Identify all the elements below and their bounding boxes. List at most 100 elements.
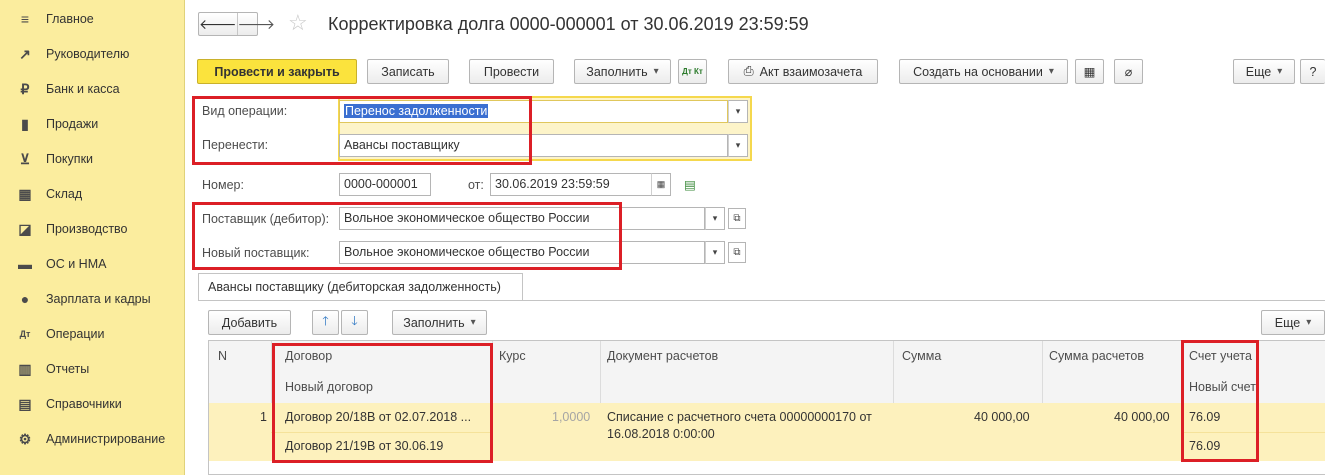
column-header-contract[interactable]: Договор [285, 349, 332, 363]
sidebar-item-label: Производство [46, 221, 128, 236]
cell-document-line1[interactable]: Списание с расчетного счета 00000000170 … [607, 410, 872, 424]
new-supplier-label: Новый поставщик: [202, 246, 310, 260]
cell-account[interactable]: 76.09 [1189, 410, 1220, 424]
post-and-close-button[interactable]: Провести и закрыть [197, 59, 357, 84]
table-more-label: Еще [1274, 315, 1301, 330]
sidebar-item-admin[interactable]: ⚙ Администрирование [0, 421, 185, 456]
tab-divider [198, 300, 1325, 301]
sidebar-item-label: Операции [46, 326, 105, 341]
sidebar-item-label: Администрирование [46, 431, 166, 446]
column-header-account[interactable]: Счет учета [1189, 349, 1252, 363]
move-up-icon[interactable]: 🡑 [312, 310, 339, 335]
calendar-icon[interactable]: ▦ [651, 173, 671, 196]
row-divider [1181, 432, 1325, 433]
sidebar-item-label: Отчеты [46, 361, 90, 376]
back-arrow-icon[interactable]: 🡐 [199, 13, 238, 35]
move-down-icon[interactable]: 🡓 [341, 310, 368, 335]
forward-arrow-icon[interactable]: 🡒 [238, 13, 276, 35]
new-supplier-open-icon[interactable]: ⧉ [728, 242, 746, 263]
cell-sum-settle[interactable]: 40 000,00 [1114, 410, 1170, 424]
cell-contract[interactable]: Договор 20/18В от 02.07.2018 ... [285, 410, 471, 424]
fill-dropdown-button[interactable]: Заполнить [574, 59, 671, 84]
dt-kt-button[interactable]: Дт Кт [678, 59, 707, 84]
sidebar-item-directories[interactable]: ▤ Справочники [0, 386, 185, 421]
more-label: Еще [1245, 64, 1272, 79]
table-fill-label: Заполнить [403, 315, 465, 330]
fill-label: Заполнить [586, 64, 648, 79]
supplier-dropdown-icon[interactable]: ▾ [705, 207, 725, 230]
new-supplier-dropdown-icon[interactable]: ▾ [705, 241, 725, 264]
post-status-icon[interactable]: ▤ [684, 177, 696, 192]
cell-new-account[interactable]: 76.09 [1189, 439, 1220, 453]
sidebar-item-sales[interactable]: ▮ Продажи [0, 106, 185, 141]
operation-label: Вид операции: [202, 104, 288, 118]
sidebar-item-production[interactable]: ◪ Производство [0, 211, 185, 246]
favorite-star-icon[interactable]: ☆ [288, 10, 308, 36]
sidebar-item-bank[interactable]: ₽ Банк и касса [0, 71, 185, 106]
row-divider [271, 432, 492, 433]
save-button[interactable]: Записать [367, 59, 449, 84]
add-row-button[interactable]: Добавить [208, 310, 291, 335]
printer-icon: ⎙ [743, 64, 754, 78]
sidebar-item-main[interactable]: ≡ Главное [0, 1, 185, 36]
new-supplier-field[interactable]: Вольное экономическое общество России [339, 241, 705, 264]
tab-supplier-advances[interactable]: Авансы поставщику (дебиторская задолженн… [198, 273, 523, 301]
post-button[interactable]: Провести [469, 59, 554, 84]
sidebar-item-warehouse[interactable]: ▦ Склад [0, 176, 185, 211]
sidebar-item-label: Справочники [46, 396, 122, 411]
sidebar: ≡ Главное ↗ Руководителю ₽ Банк и касса … [0, 0, 185, 475]
trend-icon: ↗ [19, 45, 31, 62]
sidebar-item-purchases[interactable]: ⊻ Покупки [0, 141, 185, 176]
gear-icon: ⚙ [18, 430, 32, 447]
dt-kt-icon: Дт Кт [682, 67, 703, 76]
operation-field[interactable]: Перенос задолженности [339, 100, 728, 123]
debts-table: N Договор Новый договор Курс Документ ра… [208, 340, 1325, 475]
document-form: 🡐 🡒 ☆ Корректировка долга 0000-000001 от… [186, 0, 1325, 475]
date-field[interactable]: 30.06.2019 23:59:59 [490, 173, 652, 196]
sidebar-item-label: Руководителю [46, 46, 130, 61]
supplier-open-icon[interactable]: ⧉ [728, 208, 746, 229]
cell-new-contract[interactable]: Договор 21/19В от 30.06.19 [285, 439, 443, 453]
column-header-rate[interactable]: Курс [499, 349, 526, 363]
dt-kt-icon: Дт [19, 328, 31, 339]
books-icon: ▤ [18, 395, 32, 412]
paperclip-icon[interactable]: ⌀ [1114, 59, 1143, 84]
number-field[interactable]: 0000-000001 [339, 173, 431, 196]
date-label: от: [468, 178, 484, 192]
table-fill-dropdown-button[interactable]: Заполнить [392, 310, 487, 335]
column-header-sum[interactable]: Сумма [902, 349, 941, 363]
sidebar-item-salary[interactable]: ● Зарплата и кадры [0, 281, 185, 316]
person-icon: ● [20, 290, 30, 307]
column-header-new-contract[interactable]: Новый договор [285, 380, 373, 394]
transfer-field[interactable]: Авансы поставщику [339, 134, 728, 157]
cell-document-line2: 16.08.2018 0:00:00 [607, 427, 715, 441]
truck-icon: ▬ [18, 255, 32, 272]
cell-sum[interactable]: 40 000,00 [974, 410, 1030, 424]
warehouse-icon: ▦ [18, 185, 32, 202]
history-nav: 🡐 🡒 [198, 12, 275, 36]
sidebar-item-label: Зарплата и кадры [46, 291, 151, 306]
create-based-dropdown-button[interactable]: Создать на основании [899, 59, 1068, 84]
table-more-dropdown-button[interactable]: Еще [1261, 310, 1325, 335]
operation-dropdown-icon[interactable]: ▾ [728, 100, 748, 123]
sidebar-item-fixed-assets[interactable]: ▬ ОС и НМА [0, 246, 185, 281]
number-label: Номер: [202, 178, 244, 192]
column-header-document[interactable]: Документ расчетов [607, 349, 718, 363]
structure-icon[interactable]: ▦ [1075, 59, 1104, 84]
sidebar-item-operations[interactable]: Дт Операции [0, 316, 185, 351]
transfer-label: Перенести: [202, 138, 269, 152]
print-act-button[interactable]: ⎙ Акт взаимозачета [728, 59, 878, 84]
help-button[interactable]: ? [1300, 59, 1325, 84]
column-header-n[interactable]: N [218, 349, 227, 363]
more-dropdown-button[interactable]: Еще [1233, 59, 1295, 84]
ruble-coin-icon: ₽ [20, 80, 30, 97]
transfer-dropdown-icon[interactable]: ▾ [728, 134, 748, 157]
column-header-new-account[interactable]: Новый счет [1189, 380, 1256, 394]
column-header-sum-settle[interactable]: Сумма расчетов [1049, 349, 1144, 363]
sidebar-item-manager[interactable]: ↗ Руководителю [0, 36, 185, 71]
cart-icon: ⊻ [19, 150, 31, 167]
sidebar-item-reports[interactable]: ▥ Отчеты [0, 351, 185, 386]
bag-icon: ▮ [21, 115, 29, 132]
supplier-field[interactable]: Вольное экономическое общество России [339, 207, 705, 230]
bar-chart-icon: ▥ [18, 360, 32, 377]
